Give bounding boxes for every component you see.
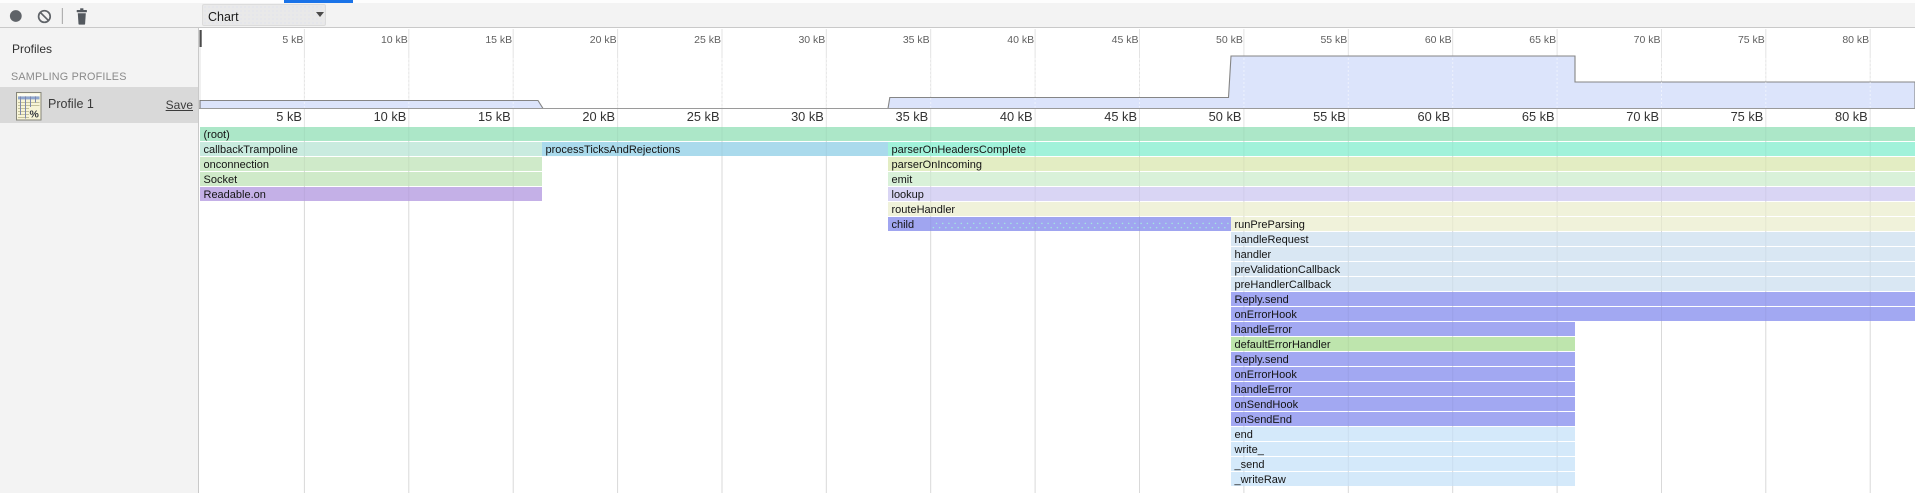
svg-text:25 kB: 25 kB: [687, 109, 720, 124]
svg-text:onErrorHook: onErrorHook: [1235, 309, 1298, 321]
svg-text:30 kB: 30 kB: [791, 109, 824, 124]
svg-text:write_: write_: [1234, 444, 1265, 456]
svg-text:20 kB: 20 kB: [582, 109, 615, 124]
svg-text:35 kB: 35 kB: [903, 34, 930, 46]
svg-text:handleError: handleError: [1235, 324, 1293, 336]
svg-text:onSendEnd: onSendEnd: [1235, 414, 1293, 426]
svg-text:callbackTrampoline: callbackTrampoline: [204, 144, 298, 156]
svg-text:55 kB: 55 kB: [1313, 109, 1346, 124]
svg-text:50 kB: 50 kB: [1209, 109, 1242, 124]
svg-text:50 kB: 50 kB: [1216, 34, 1243, 46]
svg-text:(root): (root): [204, 129, 230, 141]
svg-text:75 kB: 75 kB: [1731, 109, 1764, 124]
svg-text:handleRequest: handleRequest: [1235, 234, 1309, 246]
svg-text:onErrorHook: onErrorHook: [1235, 369, 1298, 381]
svg-text:Reply.send: Reply.send: [1235, 354, 1289, 366]
svg-text:preHandlerCallback: preHandlerCallback: [1235, 279, 1332, 291]
svg-text:40 kB: 40 kB: [1000, 109, 1033, 124]
svg-text:Reply.send: Reply.send: [1235, 294, 1289, 306]
svg-text:10 kB: 10 kB: [381, 34, 408, 46]
svg-text:5 kB: 5 kB: [282, 34, 303, 46]
svg-text:45 kB: 45 kB: [1104, 109, 1137, 124]
svg-text:parserOnIncoming: parserOnIncoming: [892, 159, 983, 171]
svg-text:70 kB: 70 kB: [1634, 34, 1661, 46]
svg-text:%: %: [30, 109, 40, 121]
svg-text:Socket: Socket: [204, 174, 238, 186]
svg-text:65 kB: 65 kB: [1529, 34, 1556, 46]
svg-text:preValidationCallback: preValidationCallback: [1235, 264, 1341, 276]
svg-text:onSendHook: onSendHook: [1235, 399, 1299, 411]
svg-text:defaultErrorHandler: defaultErrorHandler: [1235, 339, 1331, 351]
svg-text:40 kB: 40 kB: [1007, 34, 1034, 46]
svg-text:handleError: handleError: [1235, 384, 1293, 396]
svg-text:handler: handler: [1235, 249, 1272, 261]
svg-text:parserOnHeadersComplete: parserOnHeadersComplete: [892, 144, 1027, 156]
svg-text:20 kB: 20 kB: [590, 34, 617, 46]
svg-text:child: child: [892, 219, 915, 231]
svg-text:15 kB: 15 kB: [485, 34, 512, 46]
svg-text:60 kB: 60 kB: [1425, 34, 1452, 46]
svg-text:runPreParsing: runPreParsing: [1235, 219, 1305, 231]
svg-text:routeHandler: routeHandler: [892, 204, 956, 216]
svg-text:25 kB: 25 kB: [694, 34, 721, 46]
svg-text:80 kB: 80 kB: [1835, 109, 1868, 124]
svg-text:60 kB: 60 kB: [1417, 109, 1450, 124]
svg-text:processTicksAndRejections: processTicksAndRejections: [546, 144, 681, 156]
svg-text:_send: _send: [1234, 459, 1265, 471]
svg-text:55 kB: 55 kB: [1320, 34, 1347, 46]
svg-text:45 kB: 45 kB: [1112, 34, 1139, 46]
svg-text:80 kB: 80 kB: [1842, 34, 1869, 46]
svg-text:65 kB: 65 kB: [1522, 109, 1555, 124]
svg-text:70 kB: 70 kB: [1626, 109, 1659, 124]
svg-text:15 kB: 15 kB: [478, 109, 511, 124]
svg-text:Readable.on: Readable.on: [204, 189, 266, 201]
svg-text:10 kB: 10 kB: [374, 109, 407, 124]
svg-text:30 kB: 30 kB: [798, 34, 825, 46]
svg-text:emit: emit: [892, 174, 913, 186]
svg-text:onconnection: onconnection: [204, 159, 269, 171]
svg-text:5 kB: 5 kB: [276, 109, 302, 124]
svg-text:lookup: lookup: [892, 189, 924, 201]
svg-text:35 kB: 35 kB: [895, 109, 928, 124]
svg-text:end: end: [1235, 429, 1253, 441]
svg-text:75 kB: 75 kB: [1738, 34, 1765, 46]
svg-text:_writeRaw: _writeRaw: [1234, 474, 1286, 486]
